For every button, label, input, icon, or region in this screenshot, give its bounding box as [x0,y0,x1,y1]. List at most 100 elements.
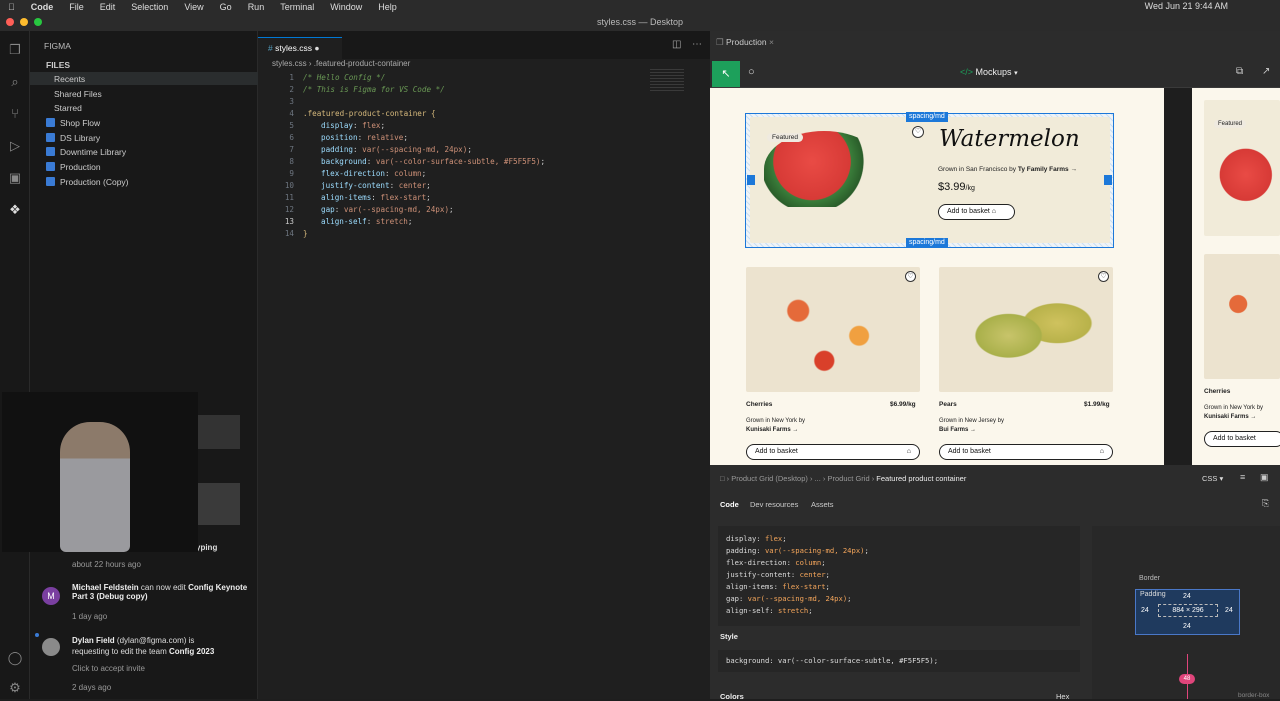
starred-ds-library[interactable]: DS Library [46,133,100,143]
menu-window[interactable]: Window [330,2,362,12]
close-window-button[interactable] [6,18,14,26]
menu-terminal[interactable]: Terminal [280,2,314,12]
code-line[interactable]: 6 position: relative; [258,132,710,144]
crumb-product-grid[interactable]: Product Grid [828,474,870,483]
starred-downtime-library[interactable]: Downtime Library [46,147,126,157]
starred-shop-flow[interactable]: Shop Flow [46,118,100,128]
apple-icon[interactable]:  [8,2,15,12]
add-to-basket-button[interactable]: Add to basket ⌂ [746,444,920,460]
panel-toggle-icon[interactable]: □ [720,474,725,483]
code-lines[interactable]: 1 /* Hello Config */ 2 /* This is Figma for… [258,72,710,242]
dev-tab-assets[interactable]: Assets [811,500,834,509]
feed-time: 2 days ago [72,683,112,692]
menu-run[interactable]: Run [248,2,265,12]
files-section-header[interactable]: FILES [46,60,70,70]
settings-gear-icon[interactable]: ⚙ [6,679,24,697]
code-line[interactable]: 2 /* This is Figma for VS Code */ [258,84,710,96]
add-to-basket-button[interactable]: Add to basket ⌂ [939,444,1113,460]
app-menu[interactable]: Code [31,2,54,12]
search-icon[interactable]: ⌕ [6,73,24,91]
resize-handle[interactable] [1104,175,1112,185]
heart-icon[interactable]: ♡ [905,271,916,282]
code-line[interactable]: 1 /* Hello Config */ [258,72,710,84]
dev-tab-resources[interactable]: Dev resources [750,500,798,509]
code-line[interactable]: 14} [258,228,710,240]
settings-sliders-icon[interactable]: ≡ [1240,472,1245,482]
sidebar-item-starred[interactable]: Starred [54,103,82,113]
feed-thumbnail[interactable] [198,483,240,525]
file-switcher[interactable]: </> Mockups ▾ [960,67,1018,77]
split-editor-icon[interactable]: ◫ [672,39,681,50]
css-property: flex-direction [726,558,787,567]
code-line[interactable]: 4 .featured-product-container { [258,108,710,120]
breadcrumb-selector[interactable]: .featured-product-container [314,59,411,68]
add-to-basket-button[interactable]: Add to basket ⌂ [938,204,1015,220]
account-icon[interactable]: ◯ [6,649,24,667]
code-line[interactable]: 8 background: var(--color-surface-subtle,… [258,156,710,168]
menu-view[interactable]: View [184,2,203,12]
close-tab-icon[interactable]: × [769,37,774,47]
padding-left-value: 24 [1141,607,1149,614]
sidebar-item-shared-files[interactable]: Shared Files [54,89,102,99]
minimize-window-button[interactable] [20,18,28,26]
explorer-icon[interactable]: ❐ [6,41,24,59]
product-grid-frame[interactable]: Featured ♡ Watermelon Grown in San Franc… [710,88,1164,465]
minimap[interactable] [650,69,684,91]
copy-icon[interactable]: ⎘ [1262,498,1269,509]
code-line[interactable]: 11 align-items: flex-start; [258,192,710,204]
code-line[interactable]: 5 display: flex; [258,120,710,132]
farm-link[interactable]: Bui Farms → [939,427,976,433]
crumb-featured-product-container[interactable]: Featured product container [876,474,966,483]
resize-handle[interactable] [747,175,755,185]
code-line[interactable]: 12 gap: var(--spacing-md, 24px); [258,204,710,216]
code-line[interactable]: 9 flex-direction: column; [258,168,710,180]
code-line[interactable]: 7 padding: var(--spacing-md, 24px); [258,144,710,156]
farm-link[interactable]: Kunisaki Farms → [746,427,798,433]
run-debug-icon[interactable]: ▷ [6,137,24,155]
unsaved-dot[interactable]: ● [314,43,319,53]
activity-bar: ❐ ⌕ ⑂ ▷ ▣ ❖ ◯ ⚙ [0,31,30,699]
farm-link[interactable]: Ty Family Farms → [1018,166,1077,173]
menu-edit[interactable]: Edit [100,2,116,12]
code-line[interactable]: 13 align-self: stretch; [258,216,710,228]
figma-tab[interactable]: ❐ Production × [716,37,774,48]
add-to-basket-button[interactable]: Add to basket [1204,431,1280,447]
menu-file[interactable]: File [69,2,84,12]
feed-item-michael[interactable]: Michael Feldstein can now edit Config Ke… [72,583,257,601]
source-control-icon[interactable]: ⑂ [6,105,24,123]
code-line[interactable]: 10 justify-content: center; [258,180,710,192]
dev-tab-code[interactable]: Code [720,500,739,509]
menu-selection[interactable]: Selection [131,2,168,12]
language-select[interactable]: CSS ▾ [1202,474,1223,483]
farm-link[interactable]: Kunisaki Farms → [1204,414,1256,420]
starred-production[interactable]: Production [46,162,101,172]
clock[interactable]: Wed Jun 21 9:44 AM [1145,1,1228,11]
heart-icon[interactable]: ♡ [912,126,924,138]
feed-thumbnail[interactable] [198,415,240,449]
code-line[interactable]: 3 [258,96,710,108]
crumb-ellipsis[interactable]: ... [815,474,821,483]
zoom-window-button[interactable] [34,18,42,26]
spacing-label-bottom: spacing/md [906,238,948,248]
presenter-video [2,392,198,552]
sidebar-item-recents[interactable]: Recents [54,74,85,84]
breadcrumb-file[interactable]: styles.css [272,59,307,68]
move-tool-icon[interactable]: ↖ [712,61,740,87]
panel-icon[interactable]: ▣ [1260,472,1269,483]
menu-help[interactable]: Help [378,2,397,12]
open-external-icon[interactable]: ↗ [1262,66,1270,77]
more-actions-icon[interactable]: ⋯ [692,39,702,50]
figma-icon[interactable]: ❖ [6,201,24,219]
hex-select[interactable]: Hex [1056,692,1069,701]
feed-item-dylan[interactable]: Dylan Field (dylan@figma.com) is request… [72,635,232,657]
accept-invite-link[interactable]: Click to accept invite [72,664,145,673]
comment-tool-icon[interactable]: ○ [748,66,755,78]
heart-icon[interactable]: ♡ [1098,271,1109,282]
tab-styles-css[interactable]: # styles.css ● [258,37,342,59]
menu-go[interactable]: Go [220,2,232,12]
crumb-product-grid-desktop[interactable]: Product Grid (Desktop) [731,474,808,483]
side-frame[interactable]: Featured Cherries Grown in New York by K… [1192,88,1280,465]
link-icon[interactable]: ⧉ [1236,66,1243,77]
extensions-icon[interactable]: ▣ [6,169,24,187]
starred-production-copy[interactable]: Production (Copy) [46,177,129,187]
